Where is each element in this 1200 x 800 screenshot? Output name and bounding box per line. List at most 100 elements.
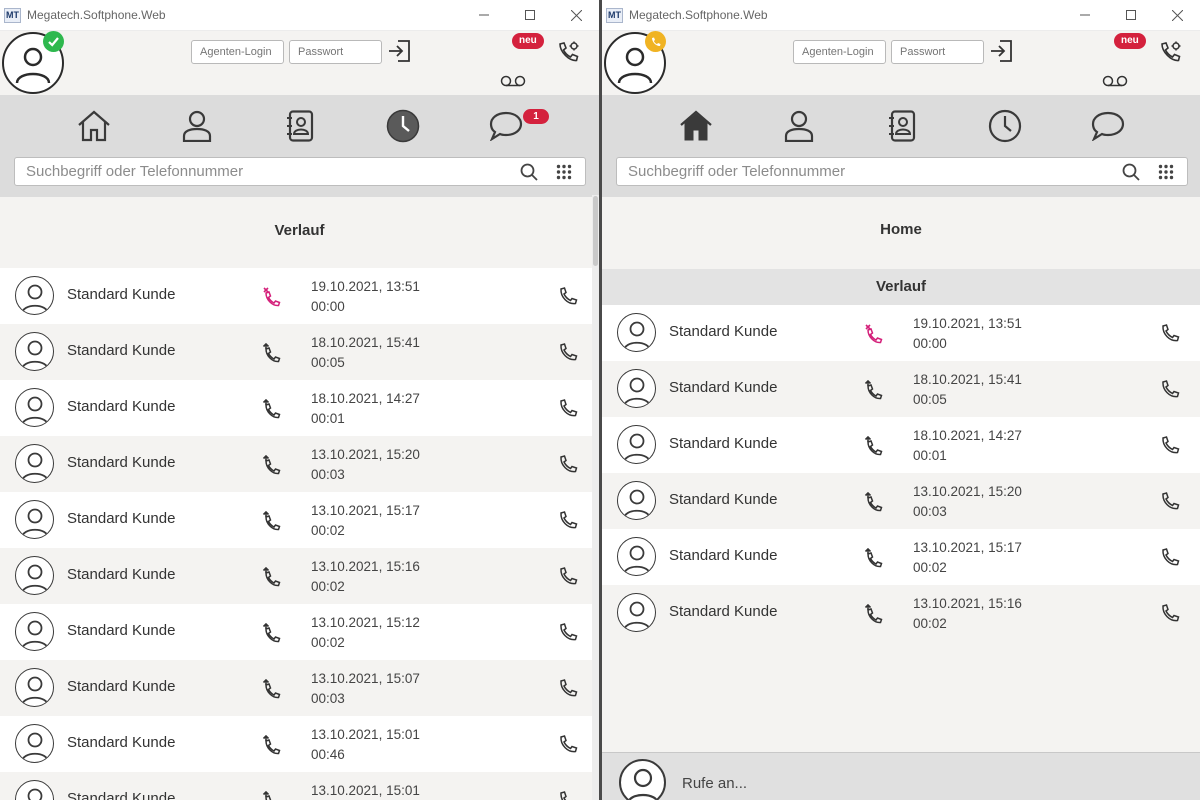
scrollbar-thumb[interactable]: [593, 196, 598, 266]
user-icon: [622, 601, 651, 631]
voicemail-new-badge: neu: [512, 33, 544, 49]
history-row[interactable]: Standard Kunde 18.10.2021, 14:27 00:01: [602, 417, 1200, 473]
nav-history[interactable]: [385, 108, 421, 144]
maximize-button[interactable]: [1108, 0, 1154, 30]
nav-contacts[interactable]: [179, 108, 215, 144]
call-back-button[interactable]: [1160, 435, 1180, 455]
login-button[interactable]: [989, 40, 1013, 67]
history-row[interactable]: Standard Kunde 13.10.2021, 15:20 00:03: [602, 473, 1200, 529]
contact-name: Standard Kunde: [669, 491, 778, 508]
nav-phonebook[interactable]: [282, 108, 318, 144]
call-back-button[interactable]: [558, 734, 578, 754]
maximize-button[interactable]: [507, 0, 553, 30]
password-field[interactable]: [891, 40, 984, 64]
call-back-button[interactable]: [558, 566, 578, 586]
dialpad-button[interactable]: [1149, 158, 1183, 185]
status-calling-icon: [645, 31, 666, 52]
nav-chat[interactable]: [1090, 108, 1126, 144]
home-icon: [78, 110, 110, 142]
history-row[interactable]: Standard Kunde 13.10.2021, 15:07 00:03: [0, 660, 599, 716]
history-row[interactable]: Standard Kunde 13.10.2021, 15:16 00:02: [0, 548, 599, 604]
history-row[interactable]: Standard Kunde 13.10.2021, 15:16 00:02: [602, 585, 1200, 641]
user-icon: [20, 396, 49, 426]
voicemail-button[interactable]: [500, 74, 526, 92]
agent-login-field[interactable]: [191, 40, 284, 64]
password-field[interactable]: [289, 40, 382, 64]
login-button[interactable]: [387, 40, 411, 67]
call-back-button[interactable]: [558, 398, 578, 418]
phone-icon: [1162, 324, 1180, 342]
close-button[interactable]: [1154, 0, 1200, 30]
history-row[interactable]: Standard Kunde13.10.2021, 15:0100:02: [0, 772, 599, 800]
history-row[interactable]: Standard Kunde 18.10.2021, 15:41 00:05: [0, 324, 599, 380]
user-icon: [20, 732, 49, 762]
call-back-button[interactable]: [558, 342, 578, 362]
nav-home[interactable]: [76, 108, 112, 144]
search-input[interactable]: [15, 163, 511, 180]
title-bar[interactable]: MT Megatech.Softphone.Web: [0, 0, 599, 31]
chat-icon: [1091, 111, 1125, 141]
nav-chat[interactable]: [488, 108, 524, 144]
history-row[interactable]: Standard Kunde 18.10.2021, 14:27 00:01: [0, 380, 599, 436]
voicemail-icon: [1102, 75, 1128, 87]
call-back-button[interactable]: [1160, 379, 1180, 399]
close-button[interactable]: [553, 0, 599, 30]
agent-login-field[interactable]: [793, 40, 886, 64]
history-row[interactable]: Standard Kunde 19.10.2021, 13:51 00:00: [0, 268, 599, 324]
call-back-button[interactable]: [1160, 547, 1180, 567]
call-back-button[interactable]: [558, 678, 578, 698]
history-row[interactable]: Standard Kunde 13.10.2021, 15:20 00:03: [0, 436, 599, 492]
call-back-button[interactable]: [558, 622, 578, 642]
history-row[interactable]: Standard Kunde 13.10.2021, 15:17 00:02: [602, 529, 1200, 585]
search-box: [14, 157, 586, 186]
outgoing-call-icon: [262, 678, 281, 699]
call-back-button[interactable]: [558, 790, 578, 800]
call-back-button[interactable]: [1160, 491, 1180, 511]
call-type-indicator: [262, 734, 282, 755]
dialpad-button[interactable]: [547, 158, 581, 185]
phone-settings-button[interactable]: [555, 40, 581, 71]
call-back-button[interactable]: [558, 286, 578, 306]
main-nav: 1: [0, 95, 599, 157]
calling-bar[interactable]: Rufe an...: [602, 752, 1200, 800]
nav-phonebook[interactable]: [884, 108, 920, 144]
minimize-button[interactable]: [461, 0, 507, 30]
call-type-indicator: [864, 547, 884, 568]
call-back-button[interactable]: [558, 510, 578, 530]
call-back-button[interactable]: [558, 454, 578, 474]
call-history-list: Standard Kunde 19.10.2021, 13:51 00:00 Stan…: [602, 305, 1200, 641]
call-type-indicator: [262, 398, 282, 419]
outgoing-call-icon: [864, 547, 883, 568]
voicemail-button[interactable]: [1102, 74, 1128, 92]
call-back-button[interactable]: [1160, 323, 1180, 343]
minimize-button[interactable]: [1062, 0, 1108, 30]
nav-contacts[interactable]: [781, 108, 817, 144]
nav-history[interactable]: [987, 108, 1023, 144]
call-duration: 00:00: [913, 336, 947, 351]
phone-icon: [1162, 380, 1180, 398]
close-icon: [570, 9, 582, 21]
call-back-button[interactable]: [1160, 603, 1180, 623]
outgoing-call-icon: [262, 566, 281, 587]
call-type-indicator: [262, 510, 282, 531]
nav-home[interactable]: [678, 108, 714, 144]
history-row[interactable]: Standard Kunde 19.10.2021, 13:51 00:00: [602, 305, 1200, 361]
minimize-icon: [479, 14, 489, 16]
dialpad-icon: [556, 164, 572, 179]
maximize-icon: [525, 10, 535, 20]
history-row[interactable]: Standard Kunde 13.10.2021, 15:12 00:02: [0, 604, 599, 660]
search-input[interactable]: [617, 163, 1113, 180]
missed-call-icon: [263, 287, 281, 307]
search-button[interactable]: [511, 158, 547, 185]
phone-settings-button[interactable]: [1157, 40, 1183, 71]
history-row[interactable]: Standard Kunde 13.10.2021, 15:01 00:46: [0, 716, 599, 772]
contact-avatar: [15, 276, 54, 315]
contact-avatar: [15, 332, 54, 371]
call-type-indicator: [262, 678, 282, 699]
title-bar[interactable]: MT Megatech.Softphone.Web: [602, 0, 1200, 31]
search-button[interactable]: [1113, 158, 1149, 185]
scrollbar-track[interactable]: [592, 195, 599, 800]
history-row[interactable]: Standard Kunde 18.10.2021, 15:41 00:05: [602, 361, 1200, 417]
history-row[interactable]: Standard Kunde 13.10.2021, 15:17 00:02: [0, 492, 599, 548]
clock-icon: [386, 109, 420, 143]
